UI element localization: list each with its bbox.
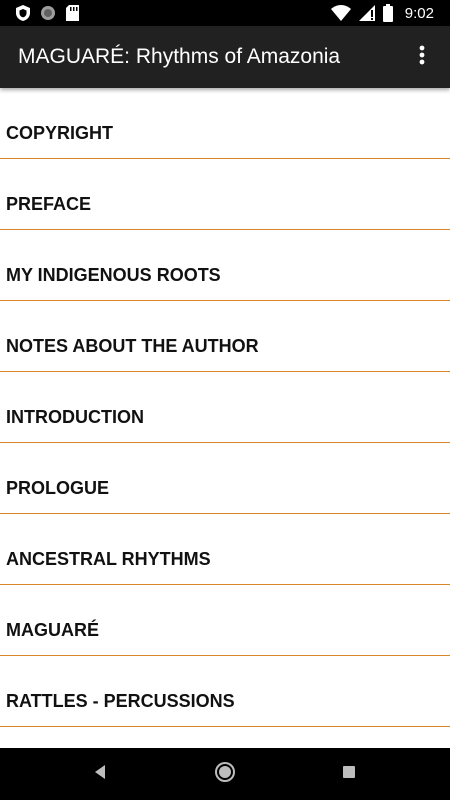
- list-item-ancestral-rhythms[interactable]: ANCESTRAL RHYTHMS: [0, 514, 450, 585]
- list-item-maguare[interactable]: MAGUARÉ: [0, 585, 450, 656]
- shield-icon: [16, 5, 30, 21]
- status-time: 9:02: [404, 4, 434, 22]
- list-item-copyright[interactable]: COPYRIGHT: [0, 88, 450, 159]
- recents-icon: [342, 765, 356, 784]
- recents-button[interactable]: [319, 748, 379, 800]
- list-item-rattles-percussions[interactable]: RATTLES - PERCUSSIONS: [0, 656, 450, 727]
- app-title: MAGUARÉ: Rhythms of Amazonia: [18, 45, 341, 68]
- status-bar: 9:02: [0, 0, 450, 26]
- list-item-introduction[interactable]: INTRODUCTION: [0, 372, 450, 443]
- sync-circle-icon: [40, 5, 56, 21]
- list-item-prologue[interactable]: PROLOGUE: [0, 443, 450, 514]
- home-button[interactable]: [195, 748, 255, 800]
- battery-icon: [382, 4, 393, 22]
- list-item-label: INTRODUCTION: [6, 407, 144, 427]
- list-item-label: MAGUARÉ: [6, 620, 99, 640]
- app-bar: MAGUARÉ: Rhythms of Amazonia: [0, 26, 450, 88]
- navigation-bar: [0, 748, 450, 800]
- wifi-icon: [330, 5, 351, 21]
- more-vert-icon: [419, 45, 425, 70]
- sd-card-icon: [66, 5, 79, 21]
- list-item-label: MY INDIGENOUS ROOTS: [6, 265, 221, 285]
- chapter-list[interactable]: COPYRIGHT PREFACE MY INDIGENOUS ROOTS NO…: [0, 88, 450, 748]
- list-item-my-indigenous-roots[interactable]: MY INDIGENOUS ROOTS: [0, 230, 450, 301]
- list-item-label: COPYRIGHT: [6, 123, 114, 143]
- back-button[interactable]: [70, 748, 130, 800]
- list-item-preface[interactable]: PREFACE: [0, 159, 450, 230]
- status-right-icons: 9:02: [330, 0, 434, 26]
- list-item-label: NOTES ABOUT THE AUTHOR: [6, 336, 259, 356]
- list-item-label: RATTLES - PERCUSSIONS: [6, 691, 235, 711]
- cellular-signal-icon: [358, 5, 375, 21]
- list-item-label: ANCESTRAL RHYTHMS: [6, 549, 211, 569]
- list-item-notes-about-the-author[interactable]: NOTES ABOUT THE AUTHOR: [0, 301, 450, 372]
- screen: 9:02 MAGUARÉ: Rhythms of Amazonia COPYRI…: [0, 0, 450, 800]
- list-item-label: PREFACE: [6, 194, 92, 214]
- status-left-icons: [16, 0, 79, 26]
- list-item-label: PROLOGUE: [6, 478, 110, 498]
- back-icon: [93, 764, 107, 785]
- home-icon: [214, 761, 236, 788]
- overflow-menu-button[interactable]: [402, 37, 442, 77]
